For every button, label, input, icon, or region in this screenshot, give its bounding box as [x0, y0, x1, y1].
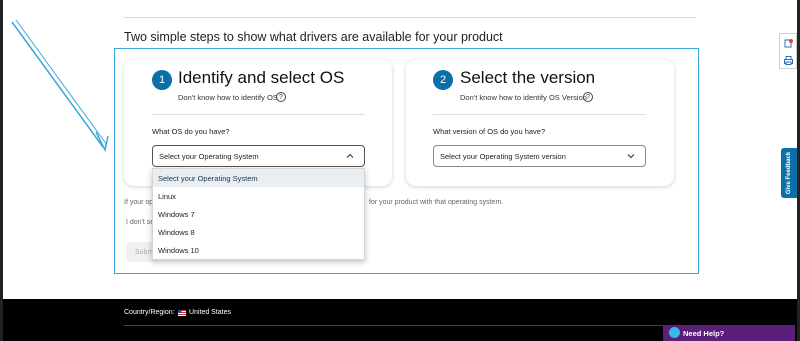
country-region-link[interactable]: United States	[189, 309, 231, 316]
need-help-label: Need Help?	[683, 328, 725, 338]
os-option[interactable]: Windows 7	[153, 205, 364, 223]
os-option[interactable]: Windows 8	[153, 223, 364, 241]
annotation-arrow	[11, 19, 109, 153]
version-select-value: Select your Operating System version	[440, 151, 566, 161]
help-circle-icon[interactable]: ?	[276, 92, 286, 102]
step1-help-link[interactable]: Don't know how to identify OS	[178, 93, 278, 102]
version-select[interactable]: Select your Operating System version	[433, 145, 646, 167]
os-dropdown-list: Select your Operating System Linux Windo…	[152, 168, 365, 260]
page-headline: Two simple steps to show what drivers ar…	[124, 30, 503, 44]
help-circle-icon[interactable]: ?	[583, 92, 593, 102]
os-select-value: Select your Operating System	[159, 151, 259, 161]
os-select[interactable]: Select your Operating System	[152, 145, 365, 167]
body-text-left: If your op	[124, 199, 154, 206]
step1-badge: 1	[152, 70, 172, 90]
country-region-label: Country/Region:	[124, 309, 175, 316]
need-help-button[interactable]: Need Help?	[663, 325, 795, 341]
step1-title: Identify and select OS	[178, 68, 345, 87]
notification-icon[interactable]	[783, 38, 794, 49]
os-option[interactable]: Linux	[153, 187, 364, 205]
os-option[interactable]: Windows 10	[153, 241, 364, 259]
os-field-label: What OS do you have?	[152, 127, 230, 136]
step2-divider	[433, 114, 646, 115]
side-toolbar	[779, 33, 797, 69]
us-flag-icon	[178, 310, 186, 316]
chat-bubble-icon	[669, 327, 680, 338]
chevron-up-icon	[346, 153, 354, 158]
not-listed-text: I don't se	[126, 219, 155, 226]
chevron-down-icon	[627, 154, 635, 159]
step2-badge: 2	[433, 70, 453, 90]
step2-help-link[interactable]: Don't know how to identify OS Version	[460, 93, 587, 102]
footer-divider	[124, 325, 680, 326]
body-text-right: for your product with that operating sys…	[369, 199, 504, 206]
top-divider	[124, 17, 696, 18]
os-option[interactable]: Select your Operating System	[153, 169, 364, 187]
step2-title: Select the version	[460, 68, 596, 87]
print-icon[interactable]	[783, 55, 794, 66]
give-feedback-label: Give Feedback	[786, 151, 792, 195]
version-field-label: What version of OS do you have?	[433, 127, 546, 136]
step1-divider	[152, 114, 365, 115]
